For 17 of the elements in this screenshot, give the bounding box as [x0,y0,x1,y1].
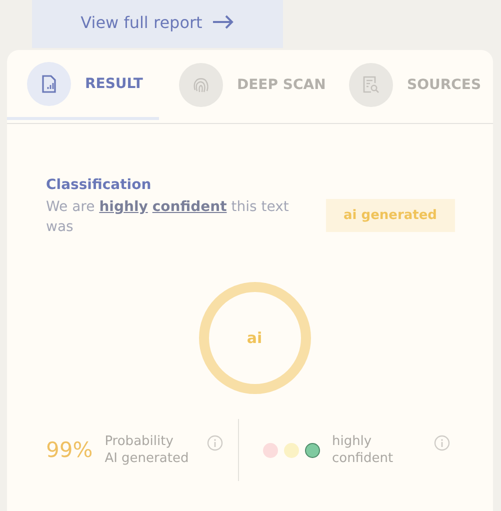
tab[interactable]: SOURCES [332,50,492,120]
classification-sentence: We are highly confident this text was [46,198,290,237]
info-icon[interactable] [206,435,223,451]
verdict-badge: ai generated [326,198,455,232]
probability-value: 99% [46,438,93,462]
confidence-label: highly confident [332,433,394,467]
chart-document-icon [41,74,57,92]
fingerprint-icon [191,75,211,95]
section-title: Classification [46,177,152,193]
probability-label: Probability AI generated [104,433,190,467]
tab[interactable]: RESULT [7,50,159,120]
info-icon[interactable] [434,435,450,451]
arrow-right-icon [212,15,234,29]
document-search-icon [362,76,380,94]
ring-label: ai [246,329,262,347]
tab[interactable]: DEEP SCAN [159,50,332,120]
view-report-button[interactable]: View full report [32,0,283,48]
